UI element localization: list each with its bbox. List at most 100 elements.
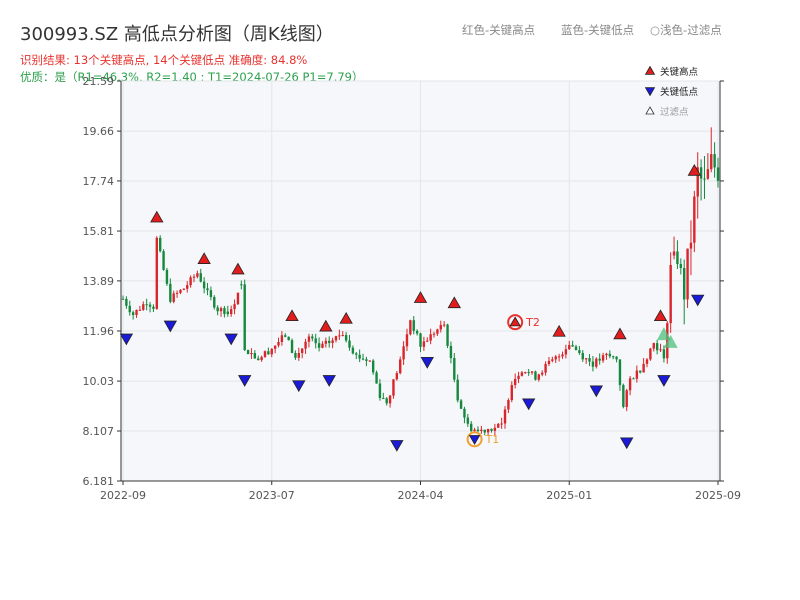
- candle-body: [392, 379, 395, 396]
- candle-body: [196, 273, 199, 277]
- candle-body: [270, 348, 273, 355]
- candle-body: [669, 264, 672, 324]
- candle-body: [229, 309, 233, 315]
- candle-body: [544, 363, 547, 373]
- candle-body: [639, 370, 642, 373]
- y-tick-label: 15.81: [83, 225, 115, 238]
- candle-body: [618, 359, 622, 386]
- legend-label: 关键低点: [660, 86, 699, 98]
- candle-body: [371, 360, 375, 373]
- candle-body: [703, 178, 706, 180]
- candle-body: [179, 289, 182, 293]
- candle-body: [300, 348, 304, 354]
- candle-body: [625, 390, 628, 407]
- candle-body: [541, 372, 544, 375]
- candle-body: [263, 351, 267, 357]
- candle-body: [422, 341, 426, 347]
- y-tick-label: 10.03: [83, 375, 115, 388]
- candle-body: [415, 330, 419, 334]
- candle-body: [551, 359, 554, 361]
- candle-body: [584, 358, 588, 360]
- candle-body: [513, 378, 517, 386]
- candle-body: [615, 356, 618, 360]
- x-tick-label: 2024-04: [398, 489, 444, 502]
- candle-body: [368, 360, 371, 362]
- candle-body: [399, 359, 402, 374]
- candle-body: [344, 335, 348, 341]
- candle-body: [223, 308, 226, 315]
- candle-body: [520, 372, 524, 376]
- candle-body: [260, 356, 263, 361]
- candle-body: [699, 167, 703, 179]
- candle-body: [290, 340, 294, 353]
- candle-body: [216, 307, 219, 312]
- candle-body: [240, 284, 243, 286]
- candle-body: [338, 335, 341, 337]
- candle-body: [317, 343, 321, 348]
- candle-body: [530, 371, 534, 373]
- candle-body: [655, 343, 659, 351]
- candle-body: [581, 353, 584, 360]
- candle-body: [679, 264, 683, 268]
- candle-body: [490, 428, 493, 431]
- candle-body: [341, 335, 344, 337]
- y-tick-label: 6.181: [83, 475, 115, 488]
- candle-body: [645, 359, 649, 364]
- candle-body: [601, 355, 605, 361]
- candle-body: [608, 353, 612, 357]
- candle-body: [395, 373, 399, 380]
- candle-body: [483, 429, 486, 433]
- candle-body: [473, 429, 476, 431]
- candle-body: [169, 283, 172, 302]
- candle-body: [649, 348, 652, 360]
- candle-body: [135, 309, 138, 316]
- candle-body: [628, 378, 632, 391]
- candle-body: [426, 340, 429, 342]
- candle-body: [605, 353, 608, 356]
- candle-body: [199, 273, 202, 282]
- candle-body: [453, 358, 456, 380]
- key-mark-label: T2: [525, 316, 540, 329]
- candle-body: [547, 360, 551, 364]
- candle-body: [314, 338, 317, 344]
- candle-body: [682, 267, 686, 300]
- candle-body: [189, 277, 192, 286]
- kline-chart: T1 T2 6.181 8.107 10.03 11.96 13.89 15.81 17.74 1…: [83, 65, 741, 502]
- x-tick-label: 2023-07: [249, 489, 295, 502]
- candle-body: [219, 308, 223, 312]
- candle-body: [588, 358, 591, 362]
- candle-body: [659, 349, 662, 351]
- candle-body: [676, 251, 679, 265]
- candle-body: [432, 333, 436, 335]
- candle-body: [662, 349, 666, 359]
- candle-body: [409, 320, 412, 335]
- candle-body: [591, 361, 595, 367]
- candle-body: [706, 169, 710, 179]
- candle-body: [202, 281, 206, 289]
- candle-body: [517, 375, 520, 379]
- candle-body: [284, 335, 287, 337]
- candle-body: [131, 312, 135, 316]
- candle-body: [280, 335, 284, 342]
- legend-label: 关键高点: [660, 66, 699, 78]
- candle-body: [716, 167, 720, 181]
- candle-body: [527, 372, 530, 374]
- candle-body: [172, 293, 175, 302]
- legend-label: 过滤点: [660, 106, 689, 118]
- candle-body: [297, 353, 300, 358]
- candle-body: [355, 353, 358, 355]
- candle-body: [155, 237, 159, 309]
- candle-body: [361, 358, 365, 360]
- candle-body: [402, 346, 405, 360]
- candle-body: [321, 343, 324, 348]
- candle-body: [497, 423, 500, 428]
- candle-body: [138, 309, 142, 311]
- candle-body: [213, 296, 216, 308]
- candle-body: [388, 395, 392, 404]
- candle-body: [182, 288, 186, 290]
- candle-body: [273, 345, 277, 349]
- candle-body: [554, 356, 557, 360]
- candle-body: [142, 304, 145, 310]
- candle-body: [466, 417, 470, 424]
- candle-body: [595, 358, 598, 367]
